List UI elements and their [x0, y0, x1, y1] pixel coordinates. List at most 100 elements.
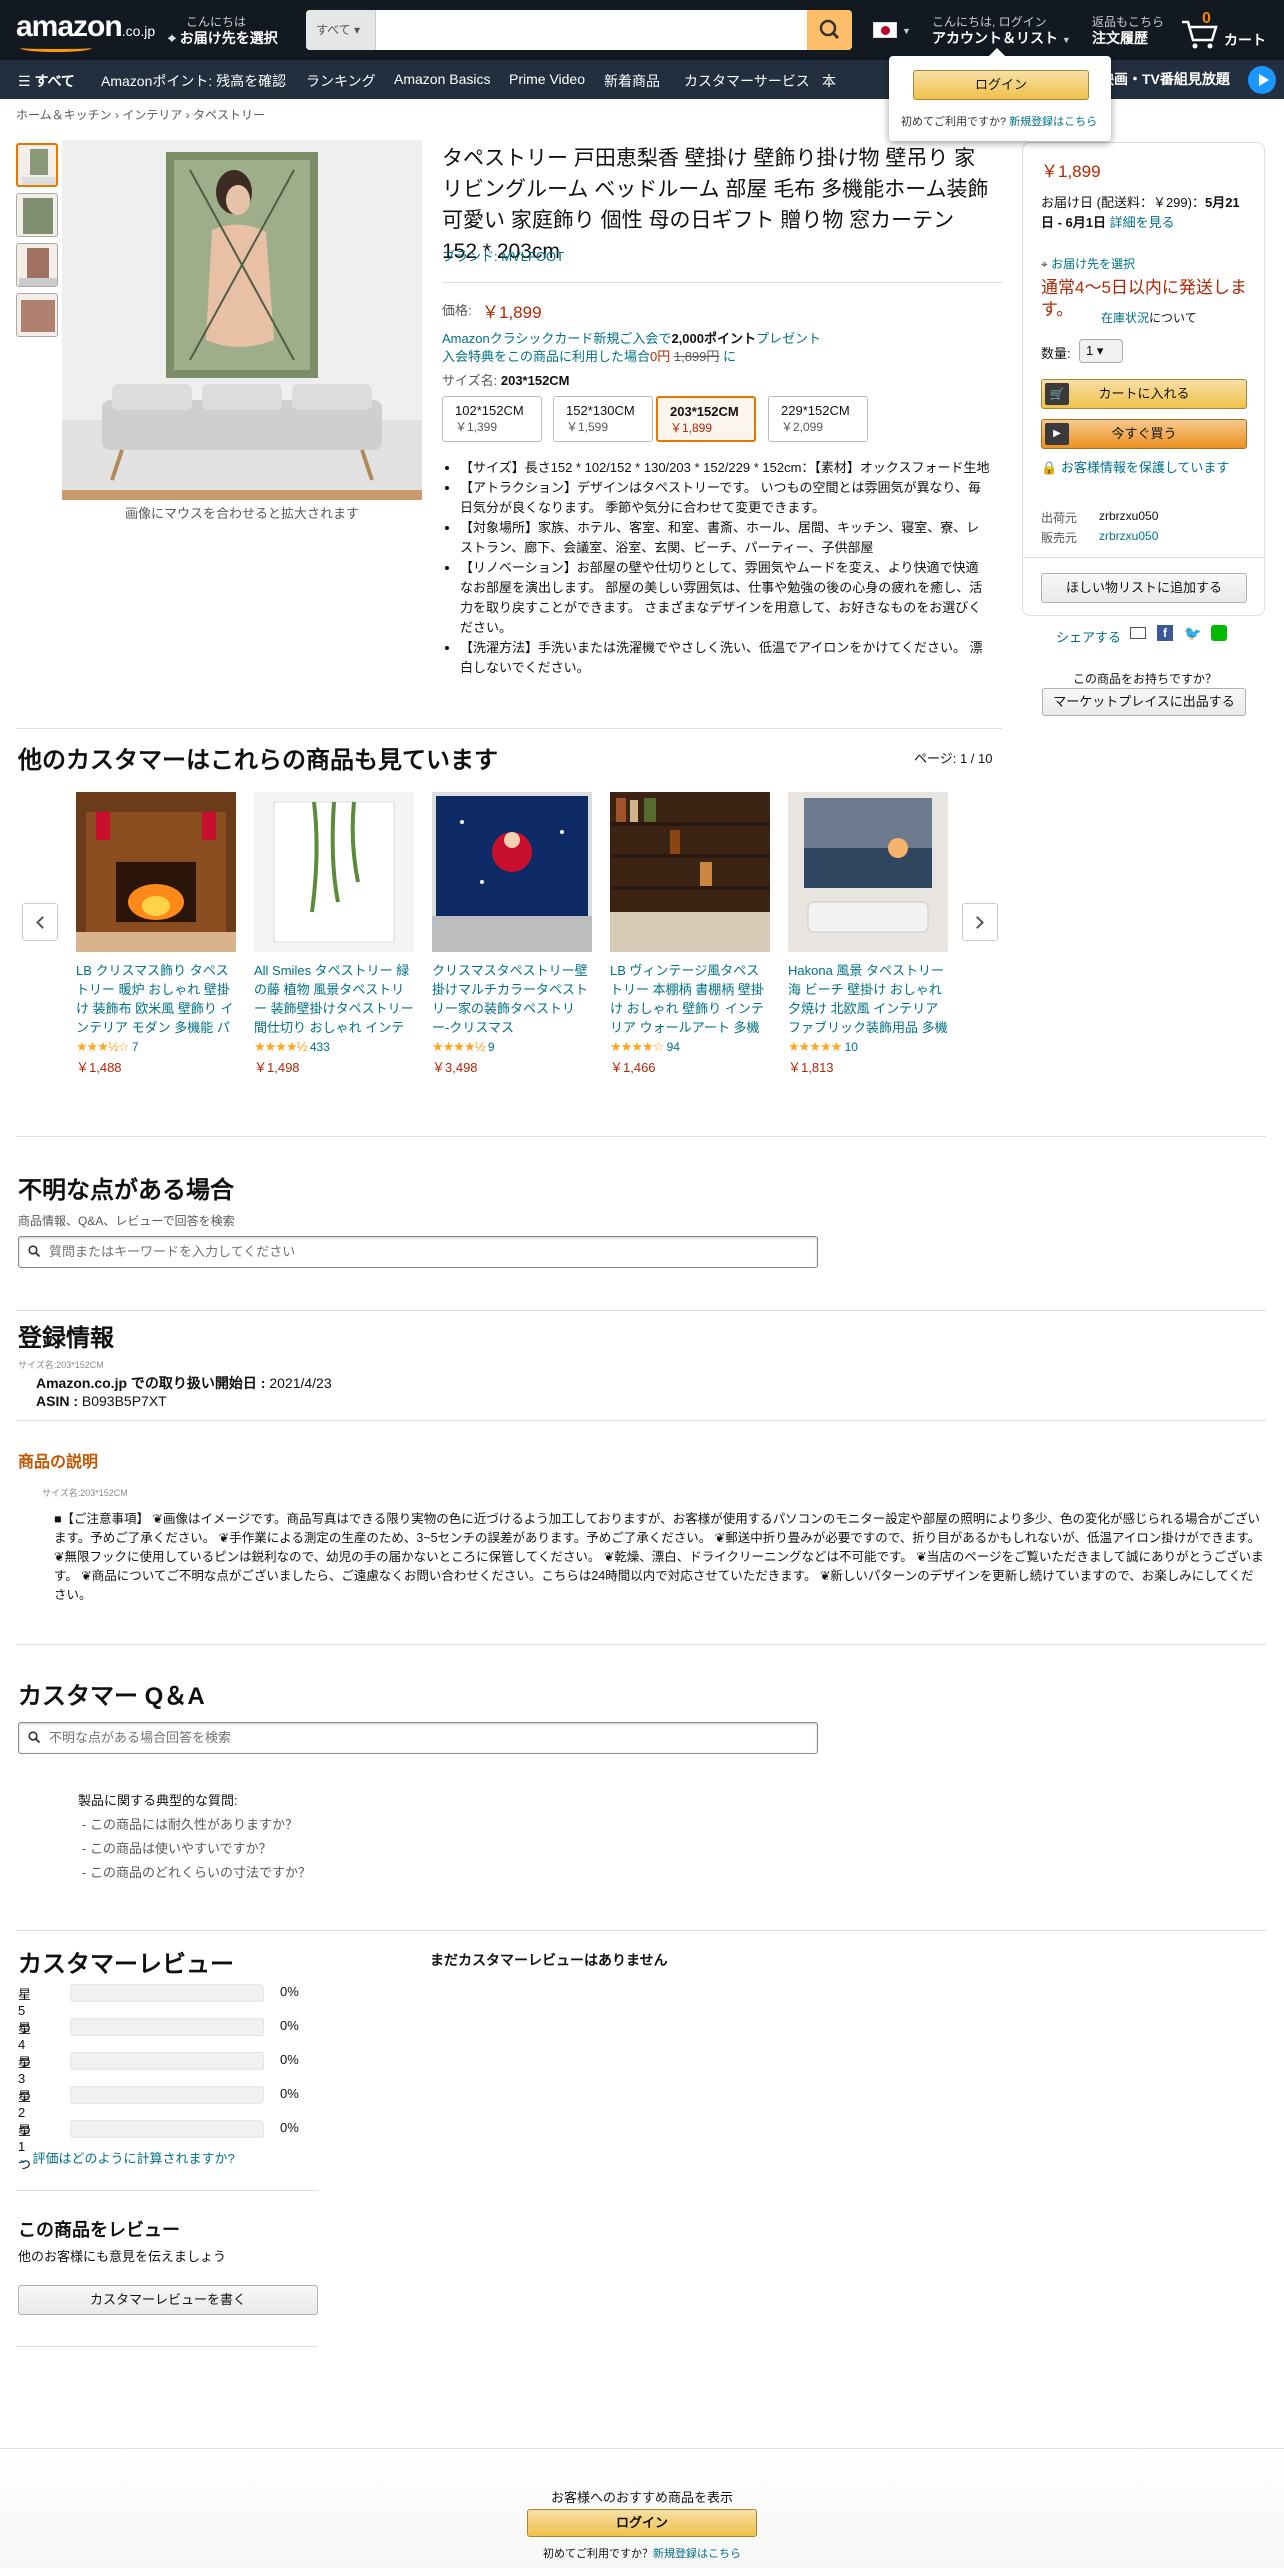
- thumbnail-image: [23, 198, 53, 234]
- login-flyout: ログイン 初めてご利用ですか? 新規登録はこちら: [889, 48, 1111, 141]
- item-title: LB ヴィンテージ風タペストリー 本棚柄 書棚柄 壁掛け おしゃれ 壁飾り イン…: [610, 963, 764, 1035]
- qa-search-input[interactable]: 不明な点がある場合回答を検索: [18, 1722, 818, 1754]
- play-icon: ▶: [1045, 423, 1069, 445]
- typical-question-1[interactable]: - この商品には耐久性がありますか？: [82, 1814, 298, 1833]
- thumbnail-3[interactable]: [16, 243, 58, 287]
- star-rating-icon: ★★★★★: [788, 1039, 842, 1054]
- star-rating-icon: ★★★★½: [432, 1039, 485, 1054]
- add-to-wishlist-button[interactable]: ほしい物リストに追加する: [1041, 573, 1247, 603]
- thumbnail-1[interactable]: [16, 143, 58, 187]
- availability-date-value: 2021/4/23: [269, 1375, 332, 1391]
- amazon-logo[interactable]: amazon.co.jp: [16, 10, 155, 44]
- breadcrumb-home-kitchen[interactable]: ホーム＆キッチン: [16, 108, 112, 122]
- play-icon[interactable]: [1248, 66, 1276, 94]
- add-to-cart-button[interactable]: 🛒 カートに入れる: [1041, 379, 1247, 409]
- shipper-value: zrbrzxu050: [1099, 509, 1159, 523]
- how-ratings-calculated-link[interactable]: ⌄ 評価はどのように計算されますか?: [18, 2148, 235, 2167]
- nav-item-ranking[interactable]: ランキング: [306, 71, 376, 91]
- buybox-location[interactable]: ⌖ お届け先を選択: [1041, 255, 1135, 272]
- qty-select[interactable]: 1 ▾: [1079, 339, 1123, 363]
- write-review-button[interactable]: カスタマーレビューを書く: [18, 2285, 318, 2315]
- breadcrumb-tapestry[interactable]: タペストリー: [193, 108, 265, 122]
- search-icon: [819, 19, 840, 40]
- have-one-text: この商品をお持ちですか？: [1072, 672, 1217, 686]
- all-menu-button[interactable]: ☰ すべて: [18, 71, 75, 91]
- item-title: All Smiles タペストリー 緑の藤 植物 風景タペストリー 装飾壁掛けタ…: [254, 963, 414, 1035]
- line-share-icon[interactable]: [1211, 625, 1227, 641]
- sell-on-marketplace-button[interactable]: マーケットプレイスに出品する: [1042, 688, 1246, 716]
- japan-flag-icon[interactable]: [873, 22, 897, 38]
- size-option-229x152[interactable]: 229*152CM ￥2,099: [768, 396, 868, 442]
- nav-item-books[interactable]: 本: [822, 71, 836, 91]
- flyout-login-button[interactable]: ログイン: [913, 70, 1089, 100]
- review-count[interactable]: 94: [667, 1040, 680, 1054]
- nav-item-basics[interactable]: Amazon Basics: [394, 71, 490, 87]
- brand-link[interactable]: ブランド: MVLFOOT: [442, 246, 564, 265]
- footer-login-button[interactable]: ログイン: [527, 2509, 757, 2537]
- stock-link[interactable]: 在庫状況: [1101, 311, 1149, 325]
- card-promo[interactable]: Amazonクラシックカード新規ご入会で2,000ポイントプレゼント 入会特典を…: [442, 330, 1002, 366]
- item-title: クリスマスタペストリー壁掛けマルチカラータペストリー家の装飾タペストリー-クリス…: [432, 963, 589, 1035]
- orders-link[interactable]: 返品もこちら 注文履歴: [1092, 14, 1164, 46]
- size-option-203x152[interactable]: 203*152CM ￥1,899: [656, 396, 756, 442]
- facebook-share-icon[interactable]: f: [1157, 625, 1173, 641]
- description-title: 商品の説明: [18, 1454, 99, 1471]
- buy-now-button[interactable]: ▶ 今すぐ買う: [1041, 419, 1247, 449]
- search-category-select[interactable]: すべて ▾: [306, 10, 376, 50]
- thumbnail-2[interactable]: [16, 193, 58, 237]
- size-option-152x130[interactable]: 152*130CM ￥1,599: [553, 396, 653, 442]
- carousel-item-2[interactable]: All Smiles タペストリー 緑の藤 植物 風景タペストリー 装飾壁掛けタ…: [254, 792, 414, 1076]
- item-title: LB クリスマス飾り タペストリー 暖炉 おしゃれ 壁掛け 装飾布 欧米風 壁飾…: [76, 963, 234, 1035]
- nav-item-new[interactable]: 新着商品: [604, 71, 660, 91]
- search-icon: [28, 1245, 40, 1257]
- bullet-places: 【対象場所】家族、ホテル、客室、和室、書斎、ホール、居間、キッチン、寝室、寮、レ…: [460, 518, 990, 558]
- description-text: ■【ご注意事項】 ❦画像はイメージです。商品写真はできる限り実物の色に近づけるよ…: [54, 1512, 1264, 1602]
- product-image: [62, 140, 422, 500]
- main-product-image[interactable]: [62, 140, 422, 500]
- footer-register-link[interactable]: 新規登録はこちら: [653, 2548, 741, 2560]
- nav-item-customer-service[interactable]: カスタマーサービス: [684, 71, 810, 91]
- carousel-item-3[interactable]: クリスマスタペストリー壁掛けマルチカラータペストリー家の装飾タペストリー-クリス…: [432, 792, 592, 1076]
- flyout-register-link[interactable]: 新規登録はこちら: [1009, 116, 1097, 128]
- shipper-label: 出荷元: [1041, 511, 1078, 525]
- question-search-input[interactable]: 質問またはキーワードを入力してください: [18, 1236, 818, 1268]
- price-label: 価格:: [442, 303, 472, 318]
- product-thumbnail: [432, 792, 592, 952]
- deliver-to[interactable]: こんにちは ⌖ お届け先を選択: [168, 14, 278, 46]
- twitter-share-icon[interactable]: 🐦: [1184, 625, 1202, 641]
- secure-transaction[interactable]: 🔒 お客様情報を保護しています: [1041, 459, 1251, 477]
- card-promo-text-3: 入会特典をこの商品に利用した場合: [442, 349, 651, 364]
- typical-question-3[interactable]: - この商品のどれくらいの寸法ですか？: [82, 1862, 311, 1881]
- account-menu[interactable]: こんにちは, ログイン アカウント＆リスト ▼: [932, 14, 1071, 48]
- seller-link[interactable]: zrbrzxu050: [1099, 529, 1158, 543]
- carousel-next-button[interactable]: [962, 903, 998, 941]
- share-link[interactable]: シェアする: [1056, 627, 1121, 646]
- nav-item-points[interactable]: Amazonポイント: 残高を確認: [101, 71, 286, 91]
- carousel-item-4[interactable]: LB ヴィンテージ風タペストリー 本棚柄 書棚柄 壁掛け おしゃれ 壁飾り イン…: [610, 792, 770, 1076]
- search-button[interactable]: [807, 10, 852, 50]
- cart-button[interactable]: 0 カート: [1180, 8, 1270, 52]
- chevron-right-icon: [971, 916, 984, 929]
- carousel-prev-button[interactable]: [22, 903, 58, 941]
- review-count[interactable]: 9: [488, 1040, 495, 1054]
- nav-item-prime-video[interactable]: Prime Video: [509, 71, 585, 87]
- email-share-icon[interactable]: [1130, 627, 1146, 639]
- delivery-details-link[interactable]: 詳細を見る: [1110, 215, 1175, 230]
- product-thumbnail: [76, 792, 236, 952]
- bullet-renovation: 【リノベーション】お部屋の壁や仕切りとして、雰囲気やムードを変え、より快適で快適…: [460, 558, 990, 638]
- thumbnail-4[interactable]: [16, 293, 58, 337]
- carousel-item-1[interactable]: LB クリスマス飾り タペストリー 暖炉 おしゃれ 壁掛け 装飾布 欧米風 壁飾…: [76, 792, 236, 1076]
- review-count[interactable]: 433: [310, 1040, 330, 1054]
- item-price: ￥1,498: [254, 1060, 300, 1075]
- carousel-item-5[interactable]: Hakona 風景 タペストリー 海 ビーチ 壁掛け おしゃれ 夕焼け 北欧風 …: [788, 792, 948, 1076]
- qa-title: カスタマー Q＆A: [18, 1683, 205, 1710]
- breadcrumb-interior[interactable]: インテリア: [122, 108, 182, 122]
- prime-video-promo[interactable]: 映画・TV番組見放題: [1100, 60, 1230, 99]
- typical-question-2[interactable]: - この商品は使いやすいですか？: [82, 1838, 272, 1857]
- search-icon: [28, 1731, 40, 1743]
- orders-line2: 注文履歴: [1092, 30, 1148, 46]
- size-option-102x152[interactable]: 102*152CM ￥1,399: [442, 396, 542, 442]
- review-count[interactable]: 7: [132, 1040, 139, 1054]
- review-count[interactable]: 10: [845, 1040, 858, 1054]
- typical-questions-title: 製品に関する典型的な質問:: [78, 1793, 238, 1808]
